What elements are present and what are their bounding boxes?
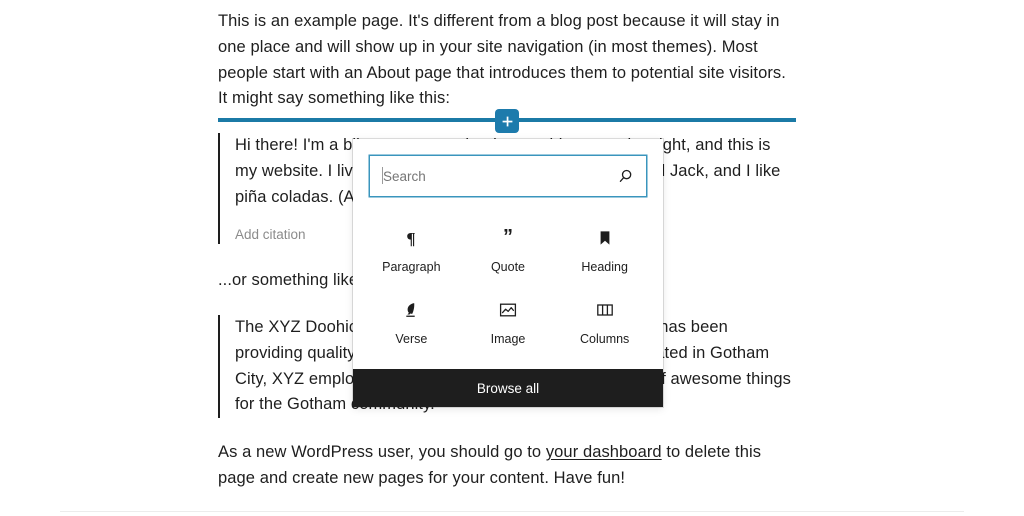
final-paragraph-before-link: As a new WordPress user, you should go t…	[218, 443, 546, 461]
bottom-divider	[60, 511, 964, 512]
columns-icon	[595, 297, 615, 323]
block-type-quote[interactable]: ” Quote	[460, 215, 557, 281]
block-type-columns[interactable]: Columns	[556, 287, 653, 353]
block-type-label: Columns	[579, 332, 630, 346]
block-type-grid: ¶ Paragraph ” Quote Heading Verse Image …	[353, 207, 663, 369]
quote-icon: ”	[498, 225, 518, 251]
search-input[interactable]	[370, 156, 646, 196]
intro-paragraph-block[interactable]: This is an example page. It's different …	[218, 9, 796, 112]
block-inserter-popover: ¶ Paragraph ” Quote H	[353, 139, 663, 407]
final-paragraph-text: As a new WordPress user, you should go t…	[218, 440, 796, 492]
block-type-image[interactable]: Image	[460, 287, 557, 353]
text-caret	[382, 167, 383, 184]
block-type-label: Quote	[490, 260, 526, 274]
plus-icon	[501, 115, 514, 128]
block-search-area	[353, 139, 663, 207]
block-inserter-toggle-button[interactable]	[496, 110, 518, 132]
editor-canvas: This is an example page. It's different …	[0, 0, 1024, 516]
verse-icon	[401, 297, 421, 323]
block-type-label: Paragraph	[382, 260, 441, 274]
paragraph-icon: ¶	[401, 225, 421, 251]
image-icon	[498, 297, 518, 323]
browse-all-button[interactable]: Browse all	[353, 369, 663, 407]
block-type-heading[interactable]: Heading	[556, 215, 653, 281]
block-type-label: Image	[490, 332, 526, 346]
heading-icon	[595, 225, 615, 251]
block-search-field[interactable]	[369, 155, 647, 197]
search-icon	[615, 166, 635, 186]
block-type-label: Heading	[581, 260, 628, 274]
svg-text:¶: ¶	[407, 229, 416, 248]
intro-paragraph-text: This is an example page. It's different …	[218, 12, 786, 108]
block-type-verse[interactable]: Verse	[363, 287, 460, 353]
block-type-label: Verse	[395, 332, 428, 346]
block-type-paragraph[interactable]: ¶ Paragraph	[363, 215, 460, 281]
final-paragraph-block[interactable]: As a new WordPress user, you should go t…	[218, 440, 796, 492]
svg-text:”: ”	[503, 228, 513, 248]
dashboard-link[interactable]: your dashboard	[546, 443, 662, 461]
